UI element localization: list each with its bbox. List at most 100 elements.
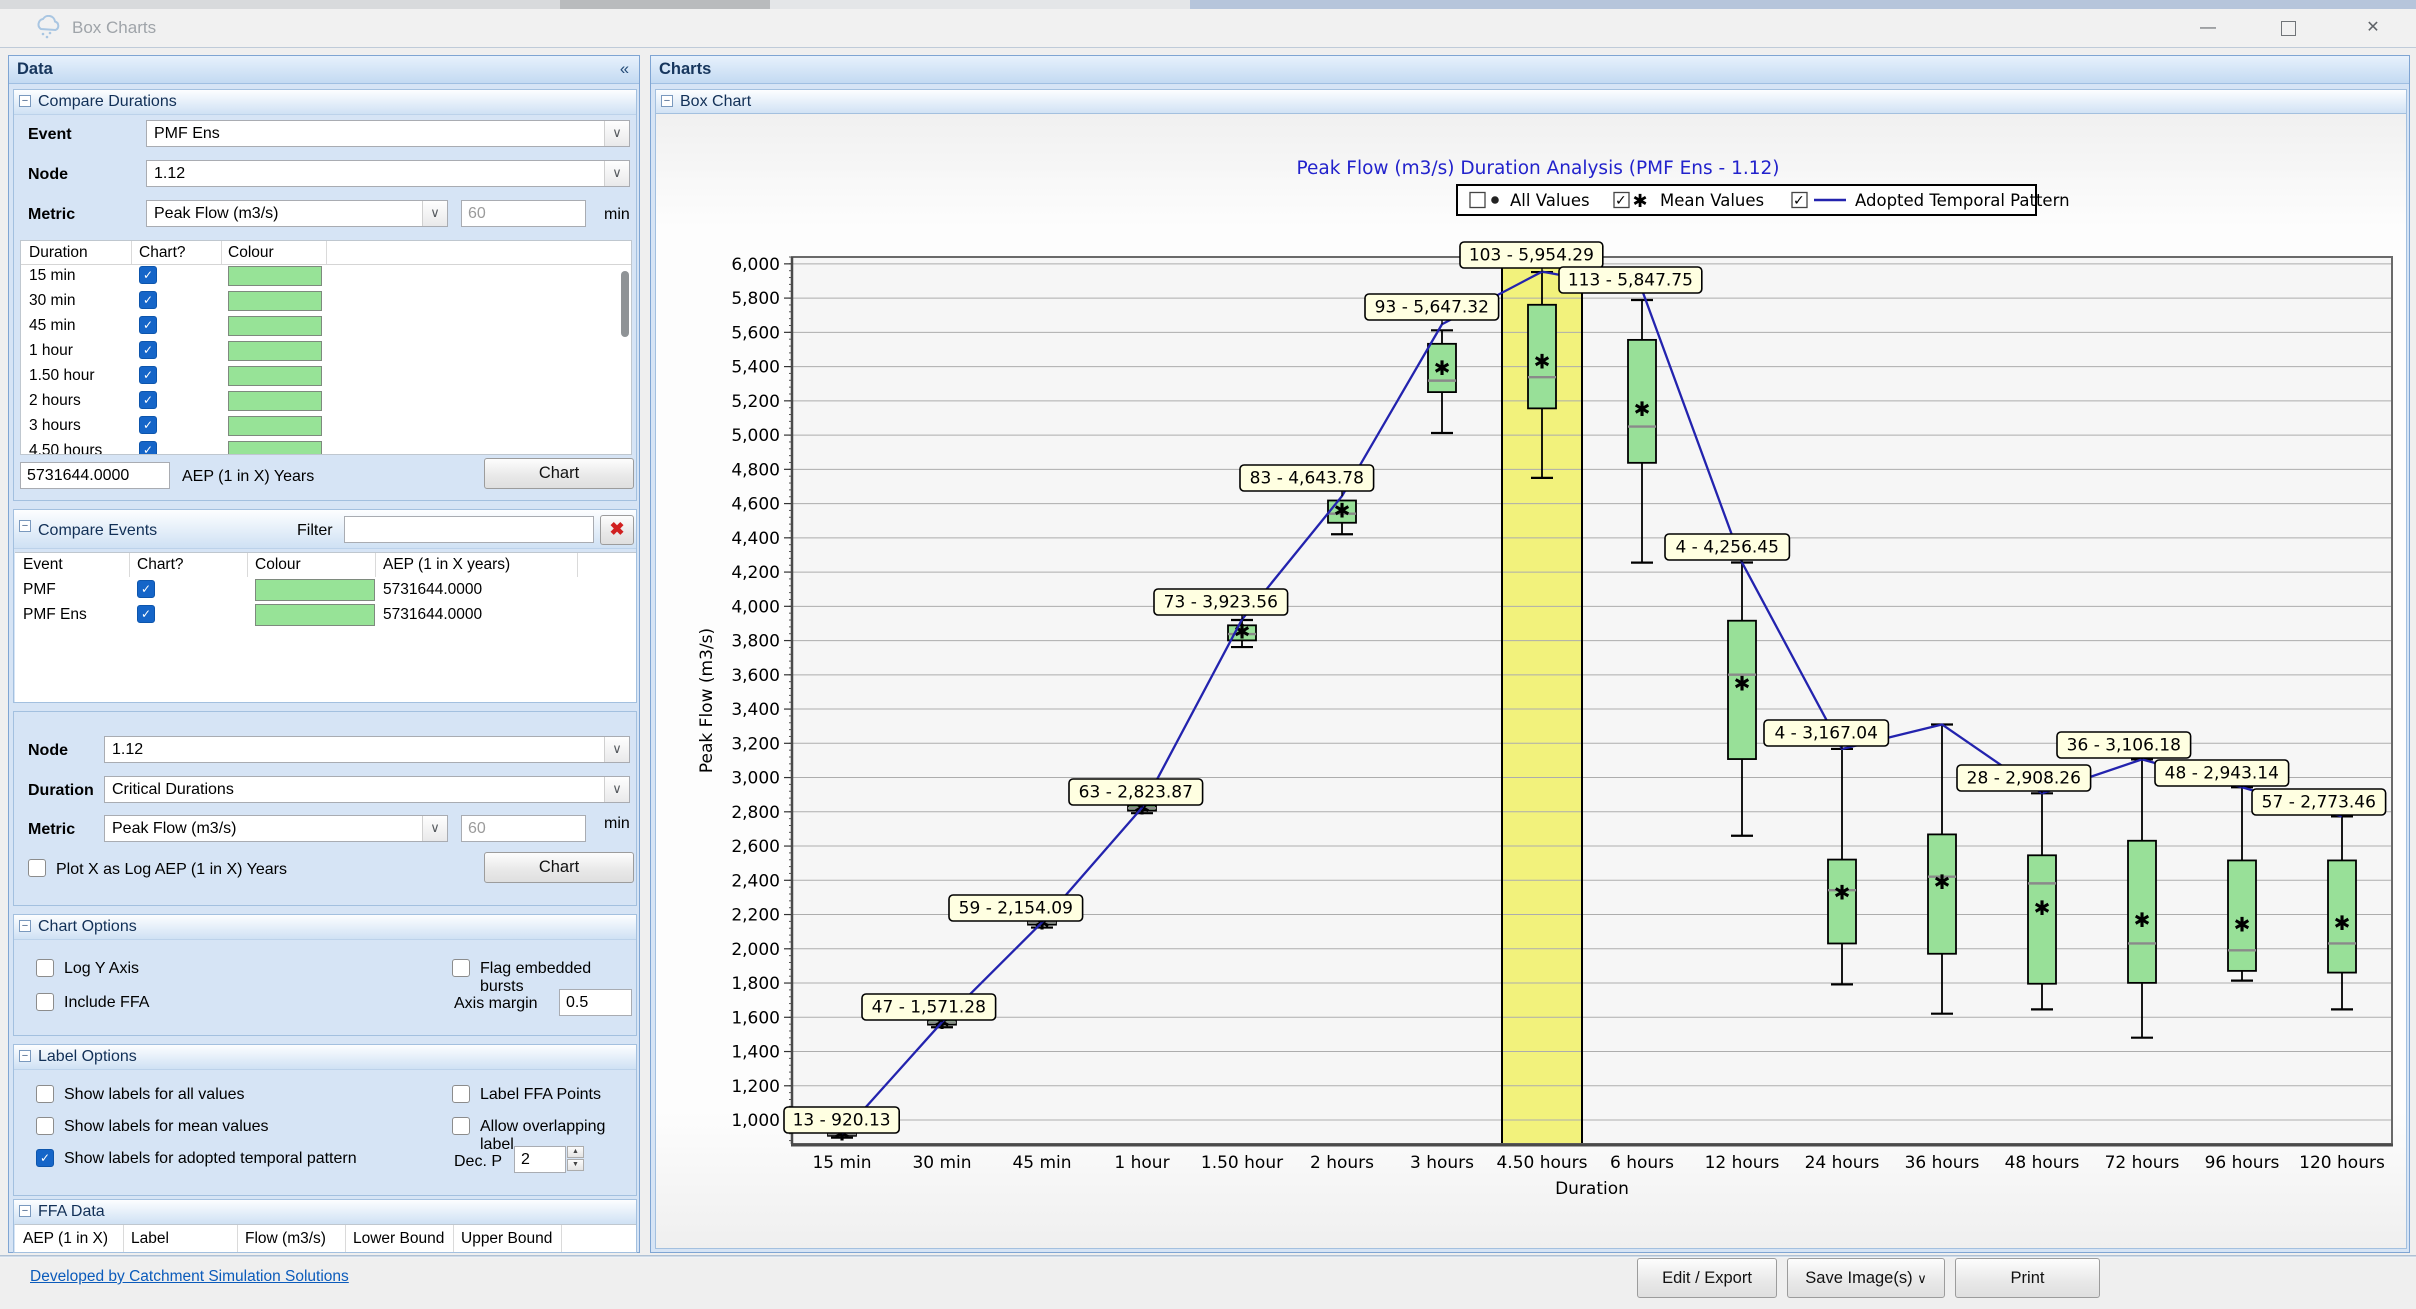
duration-cell: 3 hours — [29, 417, 81, 435]
duration-chart-checkbox[interactable]: ✓ — [139, 266, 157, 284]
filter-input[interactable] — [344, 516, 594, 543]
option-checkbox[interactable] — [452, 1117, 470, 1135]
maximize-button[interactable] — [2265, 15, 2311, 41]
print-button[interactable]: Print — [1955, 1258, 2100, 1298]
chart-button-events[interactable]: Chart — [484, 852, 634, 883]
node-select[interactable]: 1.12∨ — [146, 160, 630, 187]
credit-link[interactable]: Developed by Catchment Simulation Soluti… — [30, 1268, 349, 1286]
option-checkbox[interactable] — [452, 1085, 470, 1103]
node-select-2[interactable]: 1.12∨ — [104, 736, 630, 763]
duration-chart-checkbox[interactable]: ✓ — [139, 366, 157, 384]
event-aep-cell: 5731644.0000 — [383, 606, 482, 624]
y-tick-label: 1,400 — [731, 1043, 780, 1063]
duration-colour-swatch[interactable] — [228, 266, 322, 286]
chart-button-durations[interactable]: Chart — [484, 458, 634, 489]
chart-options-section: −Chart Options Log Y AxisFlag embedded b… — [13, 914, 637, 1036]
duration-chart-checkbox[interactable]: ✓ — [139, 291, 157, 309]
mean-marker: ✱ — [1634, 397, 1651, 421]
event-label: Event — [28, 126, 72, 144]
duration-chart-checkbox[interactable]: ✓ — [139, 316, 157, 334]
spinner-up-icon[interactable]: ▲ — [567, 1146, 584, 1158]
box-chart-canvas[interactable]: 1,0001,2001,4001,6001,8002,0002,2002,400… — [655, 113, 2407, 1249]
duration-colour-swatch[interactable] — [228, 366, 322, 386]
duration-chart-checkbox[interactable]: ✓ — [139, 441, 157, 455]
duration-colour-swatch[interactable] — [228, 391, 322, 411]
collapse-icon[interactable]: − — [661, 95, 673, 107]
duration-colour-swatch[interactable] — [228, 341, 322, 361]
chevron-down-icon[interactable]: ∨ — [604, 777, 629, 802]
y-tick-label: 2,200 — [731, 906, 780, 926]
compare-events-section: −Compare Events Filter ✖ Event Chart? Co… — [13, 509, 637, 703]
filter-label: Filter — [297, 522, 333, 540]
chevron-down-icon[interactable]: ∨ — [604, 121, 629, 146]
chevron-down-icon[interactable]: ∨ — [604, 737, 629, 762]
plot-x-log-checkbox[interactable] — [28, 859, 46, 877]
y-tick-label: 4,400 — [731, 529, 780, 549]
axis-margin-label: Axis margin — [454, 995, 538, 1013]
dec-p-input[interactable] — [514, 1146, 566, 1173]
box-chart-header[interactable]: −Box Chart — [656, 90, 2406, 115]
chevron-down-icon[interactable]: ∨ — [604, 161, 629, 186]
minimize-button[interactable]: — — [2185, 15, 2231, 41]
axis-margin-input[interactable] — [559, 989, 632, 1016]
x-tick-label: 96 hours — [2205, 1153, 2280, 1173]
x-tick-label: 4.50 hours — [1496, 1153, 1587, 1173]
column-header: Flow (m3/s) — [245, 1230, 326, 1248]
duration-colour-swatch[interactable] — [228, 291, 322, 311]
event-chart-checkbox[interactable]: ✓ — [137, 580, 155, 598]
option-checkbox[interactable] — [36, 993, 54, 1011]
option-checkbox[interactable]: ✓ — [36, 1149, 54, 1167]
ffa-data-header[interactable]: −FFA Data — [14, 1200, 636, 1225]
duration-chart-checkbox[interactable]: ✓ — [139, 416, 157, 434]
background-window-strip — [1190, 0, 2416, 9]
collapse-panel-icon[interactable]: « — [620, 56, 629, 83]
minutes-unit-label: min — [604, 206, 630, 224]
option-label: Show labels for adopted temporal pattern — [64, 1150, 357, 1168]
duration-select[interactable]: Critical Durations∨ — [104, 776, 630, 803]
legend-checkbox-all-values[interactable] — [1470, 193, 1485, 208]
duration-colour-swatch[interactable] — [228, 316, 322, 336]
option-label: Label FFA Points — [480, 1086, 601, 1104]
edit-export-button[interactable]: Edit / Export — [1637, 1258, 1777, 1298]
metric-minutes-input[interactable] — [461, 200, 586, 227]
x-tick-label: 3 hours — [1410, 1153, 1474, 1173]
clear-filter-button[interactable]: ✖ — [600, 515, 634, 545]
value-label: 13 - 920.13 — [793, 1111, 891, 1131]
chevron-down-icon[interactable]: ∨ — [422, 816, 447, 841]
duration-chart-checkbox[interactable]: ✓ — [139, 341, 157, 359]
aep-years-input[interactable] — [20, 462, 170, 489]
collapse-icon[interactable]: − — [19, 1205, 31, 1217]
option-label: Include FFA — [64, 994, 149, 1012]
durations-scrollbar[interactable] — [621, 271, 629, 337]
event-chart-checkbox[interactable]: ✓ — [137, 605, 155, 623]
duration-colour-swatch[interactable] — [228, 441, 322, 455]
collapse-icon[interactable]: − — [19, 520, 31, 532]
metric-minutes-input-2[interactable] — [461, 815, 586, 842]
option-checkbox[interactable] — [36, 1117, 54, 1135]
option-checkbox[interactable] — [36, 1085, 54, 1103]
collapse-icon[interactable]: − — [19, 95, 31, 107]
durations-table: Duration Chart? Colour 15 min✓30 min✓45 … — [20, 240, 632, 455]
compare-durations-header[interactable]: −Compare Durations — [14, 90, 636, 115]
event-colour-swatch[interactable] — [255, 579, 375, 601]
x-tick-label: 72 hours — [2105, 1153, 2180, 1173]
option-checkbox[interactable] — [36, 959, 54, 977]
legend-label: All Values — [1510, 191, 1590, 210]
option-checkbox[interactable] — [452, 959, 470, 977]
event-select[interactable]: PMF Ens∨ — [146, 120, 630, 147]
y-tick-label: 3,400 — [731, 700, 780, 720]
close-button[interactable]: ✕ — [2350, 15, 2396, 41]
spinner-down-icon[interactable]: ▼ — [567, 1159, 584, 1171]
column-header: Duration — [29, 244, 88, 262]
metric-select[interactable]: Peak Flow (m3/s)∨ — [146, 200, 448, 227]
duration-chart-checkbox[interactable]: ✓ — [139, 391, 157, 409]
chevron-down-icon[interactable]: ∨ — [422, 201, 447, 226]
event-colour-swatch[interactable] — [255, 604, 375, 626]
column-header: AEP (1 in X) — [23, 1230, 108, 1248]
clear-x-icon: ✖ — [609, 519, 624, 539]
y-tick-label: 3,600 — [731, 666, 780, 686]
check-icon: ✓ — [1793, 193, 1805, 209]
metric-select-2[interactable]: Peak Flow (m3/s)∨ — [104, 815, 448, 842]
duration-colour-swatch[interactable] — [228, 416, 322, 436]
save-images-button[interactable]: Save Image(s) ∨ — [1787, 1258, 1945, 1298]
